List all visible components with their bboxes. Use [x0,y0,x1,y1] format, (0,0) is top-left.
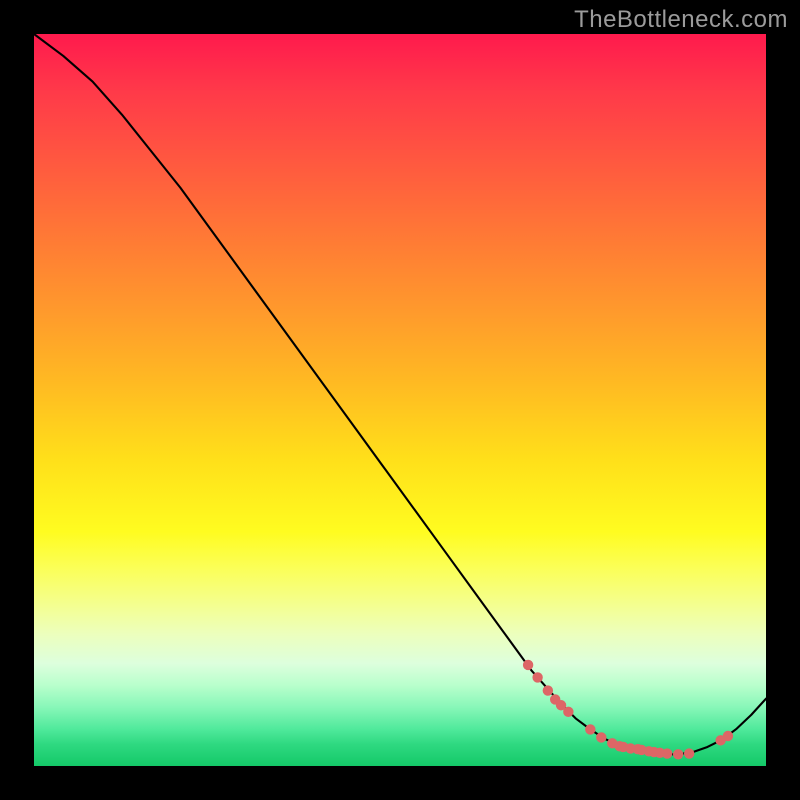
curve-layer [34,34,766,766]
highlight-dot [684,748,694,758]
plot-area [34,34,766,766]
highlight-dot [563,707,573,717]
highlight-dot [673,749,683,759]
chart-frame: TheBottleneck.com [0,0,800,800]
highlight-dot [585,724,595,734]
highlight-dot [543,685,553,695]
highlight-dot [532,672,542,682]
highlight-dot [662,748,672,758]
highlight-dot [523,660,533,670]
highlight-dot [596,732,606,742]
highlight-markers [523,660,733,760]
watermark-text: TheBottleneck.com [574,6,788,34]
highlight-dot [723,731,733,741]
bottleneck-curve-path [34,34,766,754]
